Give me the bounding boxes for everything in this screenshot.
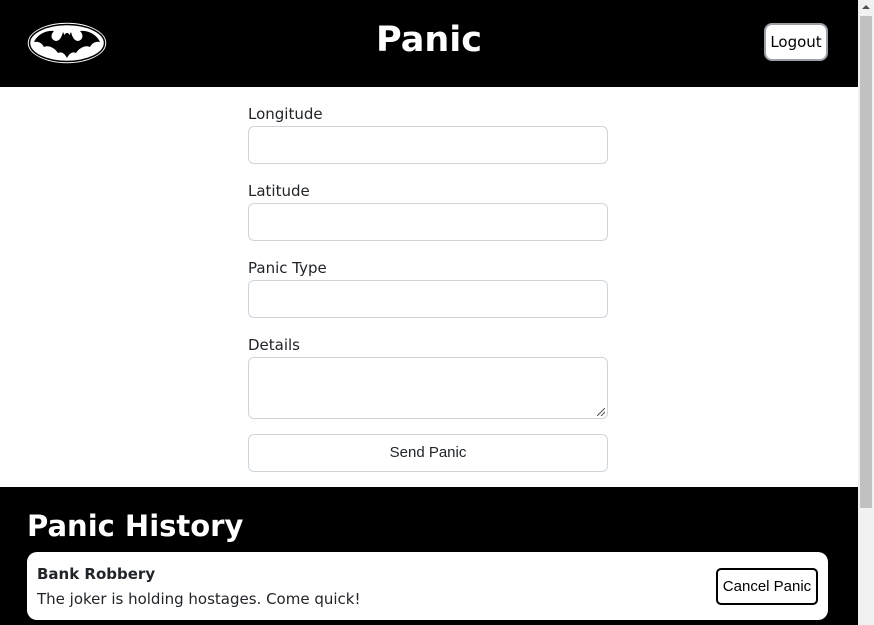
cancel-panic-button[interactable]: Cancel Panic [716, 568, 818, 605]
details-textarea[interactable] [248, 357, 608, 419]
app-viewport: Panic Logout Longitude Latitude Panic Ty… [0, 0, 858, 625]
panic-history-card: Bank Robbery The joker is holding hostag… [27, 552, 828, 620]
scroll-thumb[interactable] [860, 16, 872, 508]
panic-history-section: Panic History Bank Robbery The joker is … [0, 487, 858, 625]
panic-type-input[interactable] [248, 280, 608, 318]
longitude-label: Longitude [248, 105, 323, 123]
latitude-input[interactable] [248, 203, 608, 241]
logout-button[interactable]: Logout [764, 23, 828, 61]
panic-type-label: Panic Type [248, 259, 327, 277]
app-header: Panic Logout [0, 0, 858, 87]
details-label: Details [248, 336, 301, 354]
scroll-up-arrow-icon[interactable] [858, 0, 874, 14]
panic-title: Bank Robbery [37, 565, 156, 583]
longitude-input[interactable] [248, 126, 608, 164]
vertical-scrollbar[interactable] [858, 0, 874, 625]
panic-history-title: Panic History [27, 509, 244, 543]
panic-details: The joker is holding hostages. Come quic… [37, 590, 361, 608]
page-title: Panic [376, 20, 482, 60]
send-panic-button[interactable]: Send Panic [248, 434, 608, 472]
latitude-label: Latitude [248, 182, 310, 200]
resize-handle-icon[interactable] [597, 408, 605, 416]
